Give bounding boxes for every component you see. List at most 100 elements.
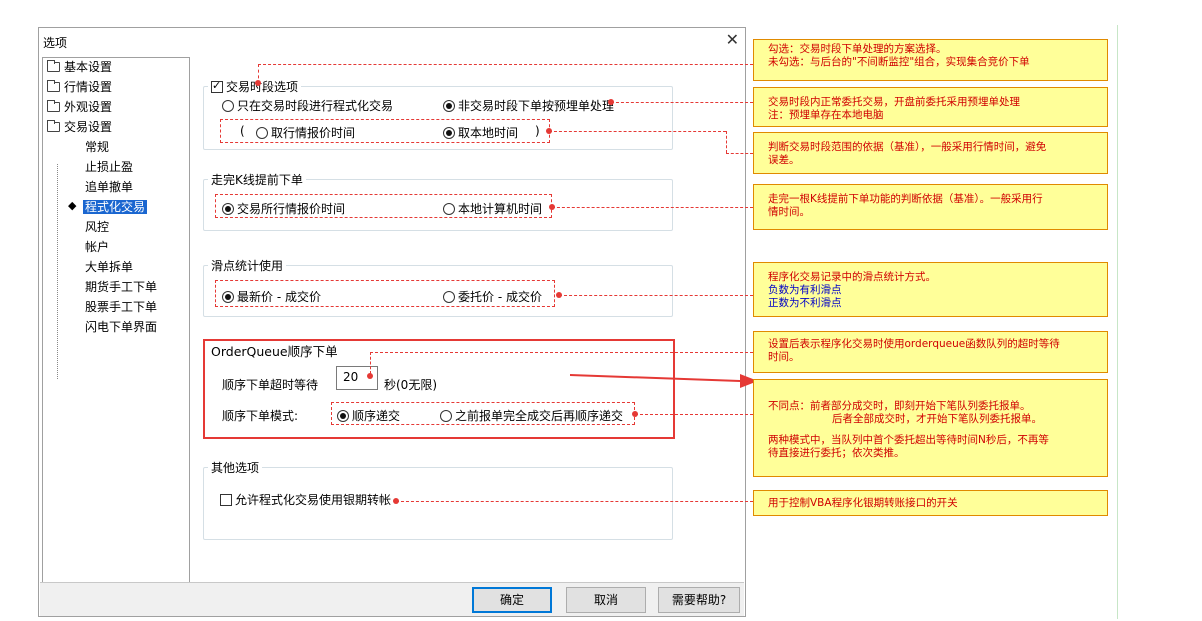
tree-item-label: 程式化交易 (83, 200, 148, 214)
note-queue-mode: 不同点：前者部分成交时，即刻开始下笔队列委托报单。 后者全部成交时，才开始下笔队… (753, 379, 1108, 477)
note-text: 待直接进行委托；依次类推。 (768, 447, 905, 459)
note-text: 时间。 (768, 351, 800, 363)
dialog-footer: 确定 取消 需要帮助? (40, 582, 744, 616)
tree-item-split[interactable]: 大单拆单 (85, 258, 133, 277)
radio-trading-only[interactable]: 只在交易时段进行程式化交易 (222, 97, 393, 114)
other-options-title: 其他选项 (208, 459, 263, 476)
note-text: 程序化交易记录中的滑点统计方式。 (768, 271, 936, 283)
timeout-unit: 秒(0无限) (384, 378, 437, 392)
tree-item-label: 交易设置 (64, 120, 113, 134)
checkbox-icon (220, 494, 232, 506)
radio-selected-icon (337, 410, 349, 422)
note-trading-period: 勾选：交易时段下单处理的方案选择。 未勾选：与后台的"不间断监控"组合，实现集合… (753, 39, 1108, 81)
selected-marker-icon: ◆ (68, 199, 77, 212)
radio-order-minus-fill[interactable]: 委托价 - 成交价 (443, 288, 542, 305)
ok-button[interactable]: 确定 (472, 587, 552, 613)
note-text: 交易时段内正常委托交易，开盘前委托采用预埋单处理 (768, 96, 1020, 108)
note-text: 后者全部成交时，才开始下笔队列委托报单。 (832, 413, 1042, 425)
tree-item-label: 止损止盈 (85, 160, 134, 174)
tree-item-label: 大单拆单 (85, 260, 134, 274)
note-text: 设置后表示程序化交易时使用orderqueue函数队列的超时等待 (768, 338, 1060, 350)
note-text: 误差。 (768, 154, 800, 166)
radio-selected-icon (443, 127, 455, 139)
tree-item-general[interactable]: 常规 (85, 138, 109, 157)
tree-item-account[interactable]: 帐户 (85, 238, 109, 257)
tree-item-risk[interactable]: 风控 (85, 218, 109, 237)
radio-icon (222, 100, 234, 112)
connector-line (559, 295, 753, 296)
timeout-label: 顺序下单超时等待 (222, 378, 319, 392)
help-button[interactable]: 需要帮助? (658, 587, 740, 613)
radio-label: 交易所行情报价时间 (237, 202, 346, 216)
radio-last-minus-fill[interactable]: 最新价 - 成交价 (222, 288, 321, 305)
radio-label: 非交易时段下单按预埋单处理 (458, 99, 615, 113)
tree-item-stoploss[interactable]: 止损止盈 (85, 158, 133, 177)
note-preorder: 交易时段内正常委托交易，开盘前委托采用预埋单处理 注：预埋单存在本地电脑 (753, 87, 1108, 127)
connector-line (726, 153, 753, 154)
checkbox-checked-icon (211, 79, 223, 93)
folder-icon (47, 100, 60, 112)
connector-line (611, 102, 753, 103)
tree-item-chase-cancel[interactable]: 追单撤单 (85, 178, 133, 197)
note-time-basis: 判断交易时段范围的依据（基准），一般采用行情时间，避免 误差。 (753, 132, 1108, 174)
tree-item-trading[interactable]: 交易设置 (47, 118, 112, 137)
radio-sequential[interactable]: 顺序递交 (337, 407, 400, 424)
radio-label: 委托价 - 成交价 (458, 290, 542, 304)
note-text: 两种模式中，当队列中首个委托超出等待时间N秒后，不再等 (768, 434, 1049, 446)
order-queue-title: OrderQueue顺序下单 (208, 341, 341, 360)
radio-quote-time[interactable]: 取行情报价时间 (256, 124, 355, 141)
radio-label: 之前报单完全成交后再顺序递交 (455, 409, 624, 423)
radio-local-time[interactable]: 取本地时间 (443, 124, 518, 141)
radio-label: 取本地时间 (458, 126, 519, 140)
note-text: 判断交易时段范围的依据（基准），一般采用行情时间，避免 (768, 141, 1047, 153)
tree-item-futures-manual[interactable]: 期货手工下单 (85, 278, 157, 297)
folder-open-icon (47, 120, 60, 132)
tree-item-basic[interactable]: 基本设置 (47, 58, 112, 77)
radio-label: 取行情报价时间 (271, 126, 356, 140)
connector-line (635, 414, 753, 415)
tree-item-label: 风控 (85, 220, 110, 234)
radio-label: 最新价 - 成交价 (237, 290, 321, 304)
radio-icon (440, 410, 452, 422)
radio-non-trading-preorder[interactable]: 非交易时段下单按预埋单处理 (443, 97, 614, 114)
tree-item-label: 闪电下单界面 (85, 320, 158, 334)
close-icon[interactable]: ✕ (726, 30, 739, 49)
radio-icon (256, 127, 268, 139)
radio-icon (443, 203, 455, 215)
tree-item-label: 股票手工下单 (85, 300, 158, 314)
note-text: 情时间。 (768, 206, 810, 218)
checkbox-label: 允许程式化交易使用银期转帐 (235, 493, 392, 507)
connector-line (552, 207, 753, 208)
note-text: 注：预埋单存在本地电脑 (768, 109, 884, 121)
radio-selected-icon (443, 100, 455, 112)
tree-item-label: 期货手工下单 (85, 280, 158, 294)
radio-label: 只在交易时段进行程式化交易 (237, 99, 394, 113)
folder-icon (47, 60, 60, 72)
tree-item-label: 基本设置 (64, 60, 113, 74)
tree-item-programmatic[interactable]: 程式化交易 (83, 198, 148, 217)
connector-line (549, 131, 726, 132)
connector-line (726, 131, 727, 153)
cancel-button[interactable]: 取消 (566, 587, 646, 613)
radio-label: 本地计算机时间 (458, 202, 543, 216)
mode-label: 顺序下单模式: (222, 409, 299, 423)
radio-after-full-fill[interactable]: 之前报单完全成交后再顺序递交 (440, 407, 623, 424)
tree-item-label: 行情设置 (64, 80, 113, 94)
radio-label: 顺序递交 (352, 409, 401, 423)
tree-connector (57, 164, 58, 379)
radio-exchange-time[interactable]: 交易所行情报价时间 (222, 200, 345, 217)
tree-item-label: 常规 (85, 140, 110, 154)
tree-item-label: 外观设置 (64, 100, 113, 114)
tree-item-appearance[interactable]: 外观设置 (47, 98, 112, 117)
big-arrow-icon (570, 374, 758, 388)
bank-transfer-checkbox[interactable]: 允许程式化交易使用银期转帐 (220, 491, 391, 508)
tree-item-stock-manual[interactable]: 股票手工下单 (85, 298, 157, 317)
screenshot-stage: 选项 ✕ 基本设置 行情设置 外观设置 交易设置 常规 止损止盈 追单撤单 ◆ … (0, 0, 1202, 621)
note-text: 用于控制VBA程序化银期转账接口的开关 (768, 497, 958, 509)
kline-group-title: 走完K线提前下单 (208, 171, 306, 188)
tree-item-flash-order[interactable]: 闪电下单界面 (85, 318, 157, 337)
tree-item-quotes[interactable]: 行情设置 (47, 78, 112, 97)
slippage-group-title: 滑点统计使用 (208, 257, 287, 274)
tree-item-label: 追单撤单 (85, 180, 134, 194)
radio-computer-time[interactable]: 本地计算机时间 (443, 200, 542, 217)
